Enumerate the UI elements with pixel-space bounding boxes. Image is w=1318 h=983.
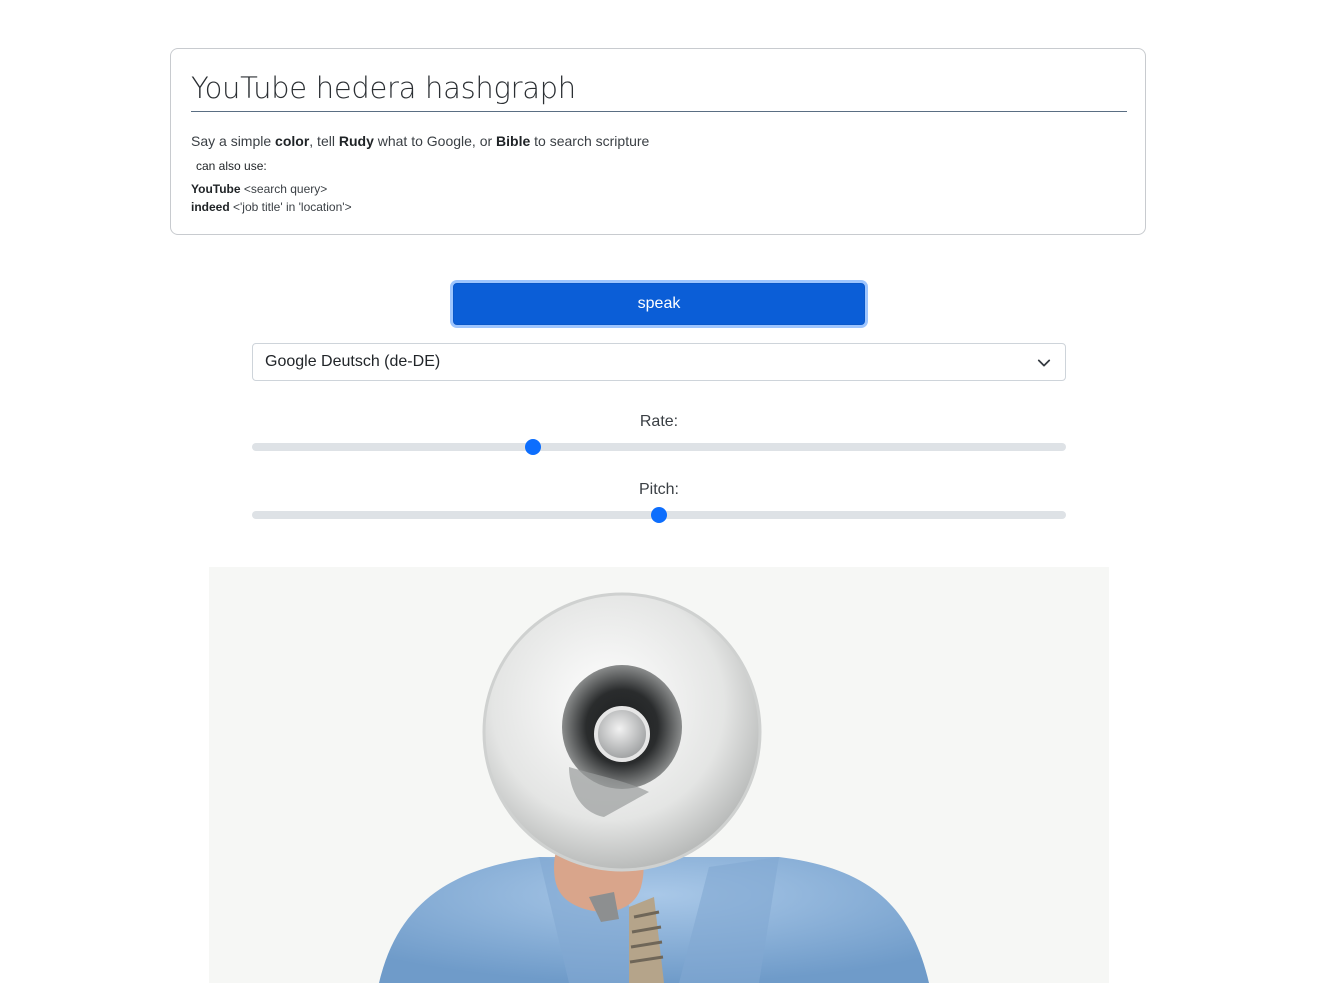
pitch-slider[interactable] <box>252 507 1066 523</box>
pitch-label: Pitch: <box>638 481 679 498</box>
pitch-slider-thumb[interactable] <box>651 507 667 523</box>
megaphone-image <box>209 567 1109 983</box>
also-use-label: can also use: <box>196 159 267 173</box>
rate-slider-thumb[interactable] <box>524 439 541 455</box>
rate-slider[interactable] <box>252 439 1066 455</box>
voice-select[interactable]: Google Deutsch (de-DE) <box>252 343 1066 381</box>
speak-button[interactable]: speak <box>453 283 865 325</box>
instruction-part: what to Google, or <box>373 133 497 149</box>
keyword-bible: Bible <box>496 133 531 149</box>
command-keyword: indeed <box>191 200 230 214</box>
info-card: YouTube hedera hashgraph Say a simple co… <box>170 48 1146 235</box>
chevron-down-icon <box>1037 359 1051 367</box>
command-keyword: YouTube <box>191 182 241 196</box>
command-indeed: indeed <'job title' in 'location'> <box>191 200 352 214</box>
command-syntax: <search query> <box>240 182 328 196</box>
instruction-part: , tell <box>309 133 339 149</box>
keyword-color: color <box>275 133 310 149</box>
instruction-part: Say a simple <box>191 133 276 149</box>
rate-label: Rate: <box>639 413 679 430</box>
instruction-text: Say a simple color, tell Rudy what to Go… <box>191 133 649 149</box>
instruction-part: to search scripture <box>530 133 650 149</box>
command-syntax: <'job title' in 'location'> <box>229 200 352 214</box>
megaphone-illustration <box>379 592 929 983</box>
command-youtube: YouTube <search query> <box>191 182 327 196</box>
page-title: YouTube hedera hashgraph <box>191 71 1127 112</box>
keyword-rudy: Rudy <box>338 133 374 149</box>
voice-select-value: Google Deutsch (de-DE) <box>265 353 441 370</box>
